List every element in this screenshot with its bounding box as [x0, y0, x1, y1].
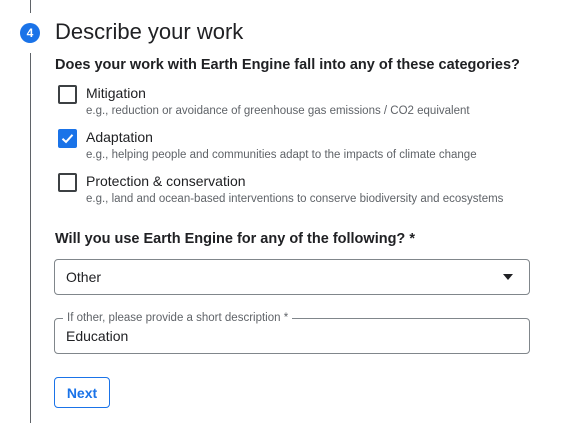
option-hint: e.g., helping people and communities ada… [86, 149, 477, 161]
option-hint: e.g., reduction or avoidance of greenhou… [86, 105, 470, 117]
dropdown-arrow-icon [503, 274, 513, 280]
usage-question: Will you use Earth Engine for any of the… [55, 231, 415, 247]
timeline-connector-top [30, 0, 31, 13]
other-description-label: If other, please provide a short descrip… [63, 312, 293, 324]
option-mitigation: Mitigation e.g., reduction or avoidance … [58, 84, 538, 124]
protection-conservation-checkbox[interactable] [58, 173, 77, 192]
mitigation-checkbox[interactable] [58, 85, 77, 104]
option-label: Mitigation [86, 85, 146, 101]
usage-select-value: Other [66, 269, 102, 285]
adaptation-checkbox[interactable] [58, 129, 77, 148]
option-protection-conservation: Protection & conservation e.g., land and… [58, 172, 538, 212]
other-description-field: If other, please provide a short descrip… [54, 312, 530, 354]
step-number-badge: 4 [20, 23, 40, 43]
describe-work-step: 4 Describe your work Does your work with… [0, 0, 578, 423]
step-title: Describe your work [55, 19, 244, 44]
option-adaptation: Adaptation e.g., helping people and comm… [58, 128, 538, 168]
option-hint: e.g., land and ocean-based interventions… [86, 193, 504, 205]
usage-select[interactable]: Other [54, 259, 530, 295]
option-label: Protection & conservation [86, 173, 246, 189]
timeline-connector-bottom [30, 53, 31, 423]
check-icon [61, 134, 74, 144]
categories-question: Does your work with Earth Engine fall in… [55, 57, 520, 73]
next-button[interactable]: Next [54, 377, 110, 408]
option-label: Adaptation [86, 129, 153, 145]
other-description-input[interactable] [66, 328, 516, 344]
